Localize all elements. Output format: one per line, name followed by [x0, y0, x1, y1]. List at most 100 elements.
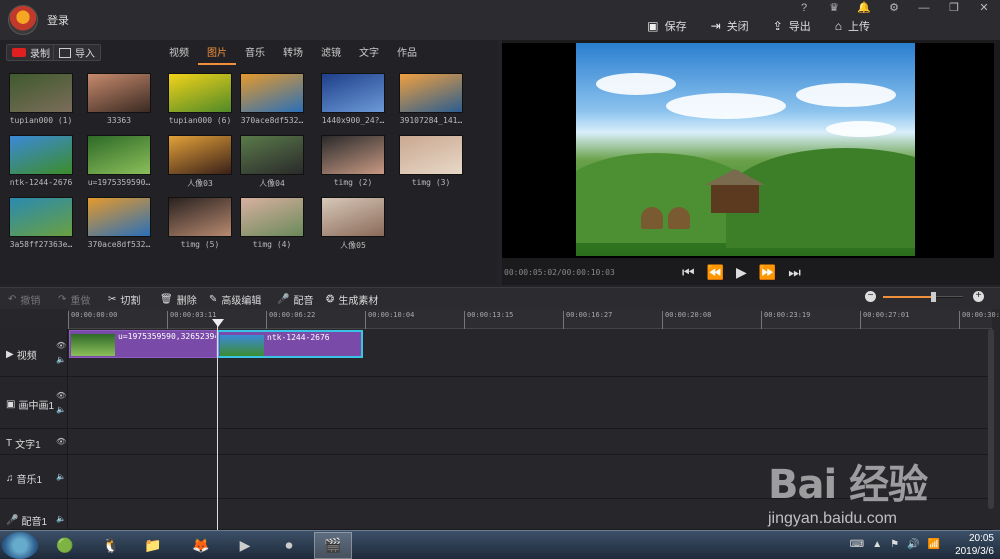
eye-icon[interactable]: 👁	[56, 341, 66, 350]
timeline-clip-selected[interactable]: ntk-1244-2676	[217, 330, 363, 358]
upload-icon: ⌂	[834, 19, 842, 33]
skip-end-icon[interactable]: ⏭	[788, 264, 801, 281]
upload-button[interactable]: ⌂ 上传	[835, 18, 870, 34]
pip-track-name: 画中画1	[18, 401, 55, 412]
playhead-line[interactable]	[217, 319, 218, 530]
volume-icon[interactable]: 🔊	[907, 539, 919, 550]
picture-thumbnail[interactable]: tupian000 (6)	[167, 73, 233, 125]
settings-gear-icon[interactable]: ⚙	[886, 0, 902, 16]
next-frame-icon[interactable]: ⏩	[759, 264, 776, 281]
thumbnail-caption: timg (3)	[411, 178, 451, 187]
tab-transitions[interactable]: 转场	[274, 44, 312, 65]
advanced-edit-button[interactable]: ✎ 高级编辑	[209, 292, 261, 307]
video-track-name: 视频	[16, 351, 37, 362]
text-track-icon: T	[6, 438, 13, 449]
zoom-in-icon[interactable]: +	[973, 291, 984, 302]
help-icon[interactable]: ?	[796, 0, 812, 16]
vip-crown-icon[interactable]: ♛	[826, 0, 842, 16]
thumbnail-caption: 人像03	[187, 179, 213, 188]
redo-button[interactable]: ↷ 重做	[58, 292, 90, 307]
picture-thumbnail[interactable]: 39107284_141…	[398, 73, 464, 125]
tab-text[interactable]: 文字	[350, 44, 388, 65]
thumbnail-image	[240, 197, 304, 237]
play-icon[interactable]: ▶	[736, 264, 747, 281]
media-library: 录制 导入 视频 图片 音乐 转场 滤镜 文字 作品 tupian000 (1)…	[0, 40, 497, 285]
zoom-out-icon[interactable]: −	[865, 291, 876, 302]
timeline-zoom-slider[interactable]: − +	[865, 291, 990, 305]
picture-thumbnail[interactable]: 3a58ff27363e…	[8, 197, 74, 249]
picture-thumbnail[interactable]: u=1975359590…	[86, 135, 152, 187]
speaker-icon[interactable]: 🔈	[56, 405, 66, 414]
tray-arrow-icon[interactable]: ▲	[872, 539, 882, 550]
system-tray: ⌨ ▲ ⚑ 🔊 📶	[850, 539, 940, 550]
picture-thumbnail[interactable]: timg (3)	[398, 135, 464, 187]
flag-icon[interactable]: ⚑	[890, 539, 899, 550]
dub-button[interactable]: 🎤 配音	[277, 292, 313, 307]
eye-icon[interactable]: 👁	[56, 437, 66, 446]
generate-material-label: 生成素材	[338, 296, 379, 307]
timeline-clip[interactable]: u=1975359590,3265239468	[69, 330, 217, 358]
app-360-icon[interactable]: 🟢	[46, 532, 84, 559]
export-button[interactable]: ⇪ 导出	[773, 18, 811, 34]
tab-works[interactable]: 作品	[388, 44, 426, 65]
speaker-icon[interactable]: 🔈	[56, 514, 66, 523]
import-button[interactable]: 导入	[53, 44, 101, 61]
speaker-icon[interactable]: 🔈	[56, 355, 66, 364]
cut-label: 切割	[120, 296, 141, 307]
close-project-button[interactable]: ⇥ 关闭	[711, 18, 749, 34]
system-clock[interactable]: 20:05 2019/3/6	[955, 532, 994, 558]
picture-thumbnail[interactable]: 370ace8df532…	[239, 73, 305, 125]
record-button[interactable]: 录制	[6, 44, 56, 61]
zoom-handle[interactable]	[931, 292, 937, 302]
save-button[interactable]: ▣ 保存	[647, 18, 686, 34]
start-button-icon[interactable]	[2, 532, 38, 559]
redo-icon: ↷	[58, 294, 67, 305]
speaker-icon[interactable]: 🔈	[56, 472, 66, 481]
skip-start-icon[interactable]: ⏮	[682, 264, 695, 281]
login-link[interactable]: 登录	[47, 12, 69, 28]
clock-date: 2019/3/6	[955, 546, 994, 557]
picture-thumbnail[interactable]: timg (5)	[167, 197, 233, 249]
tab-pictures[interactable]: 图片	[198, 44, 236, 65]
tab-video[interactable]: 视频	[160, 44, 198, 65]
playhead-handle[interactable]	[212, 319, 224, 327]
cut-button[interactable]: ✂ 切割	[108, 292, 140, 307]
watermark-brand: Bai 经验	[768, 462, 928, 508]
picture-thumbnail[interactable]: 人像04	[239, 135, 305, 189]
eye-icon[interactable]: 👁	[56, 391, 66, 400]
save-label: 保存	[664, 21, 687, 33]
close-window-icon[interactable]: ✕	[976, 0, 992, 16]
picture-thumbnail[interactable]: 33363	[86, 73, 152, 125]
picture-thumbnail[interactable]: timg (4)	[239, 197, 305, 249]
firefox-icon[interactable]: 🦊	[182, 532, 220, 559]
tab-filters[interactable]: 滤镜	[312, 44, 350, 65]
picture-thumbnail[interactable]: 1440x900_24?…	[320, 73, 386, 125]
prev-frame-icon[interactable]: ⏪	[707, 264, 724, 281]
media-player-icon[interactable]: ▶	[226, 532, 264, 559]
network-icon[interactable]: 📶	[928, 539, 940, 550]
tab-music[interactable]: 音乐	[236, 44, 274, 65]
screen-recorder-icon[interactable]: ⏺	[270, 532, 308, 559]
keyboard-icon[interactable]: ⌨	[850, 539, 864, 550]
picture-thumbnail[interactable]: 人像05	[320, 197, 386, 251]
notification-bell-icon[interactable]: 🔔	[856, 0, 872, 16]
thumbnail-image	[399, 73, 463, 113]
delete-button[interactable]: 🗑 删除	[160, 292, 197, 307]
timeline-scrollbar[interactable]	[988, 329, 994, 509]
undo-button[interactable]: ↶ 撤销	[8, 292, 40, 307]
picture-thumbnail[interactable]: timg (2)	[320, 135, 386, 187]
picture-thumbnail[interactable]: 人像03	[167, 135, 233, 189]
ruler-tick: 00:00:10:04	[365, 311, 414, 329]
generate-material-button[interactable]: ❂ 生成素材	[326, 292, 378, 307]
minimize-icon[interactable]: —	[916, 0, 932, 16]
file-explorer-icon[interactable]: 📁	[134, 532, 172, 559]
picture-thumbnail[interactable]: 370ace8df532…	[86, 197, 152, 249]
qq-icon[interactable]: 🐧	[92, 532, 130, 559]
time-ruler[interactable]: 00:00:00:00 00:00:03:11 00:00:06:22 00:00:1…	[68, 309, 1000, 329]
hut-shape	[705, 169, 765, 213]
picture-thumbnail[interactable]: tupian000 (1)	[8, 73, 74, 125]
restore-icon[interactable]: ❐	[946, 0, 962, 16]
zoom-track[interactable]	[883, 292, 963, 302]
video-editor-task-icon[interactable]: 🎬	[314, 532, 352, 559]
picture-thumbnail[interactable]: ntk-1244-2676	[8, 135, 74, 187]
